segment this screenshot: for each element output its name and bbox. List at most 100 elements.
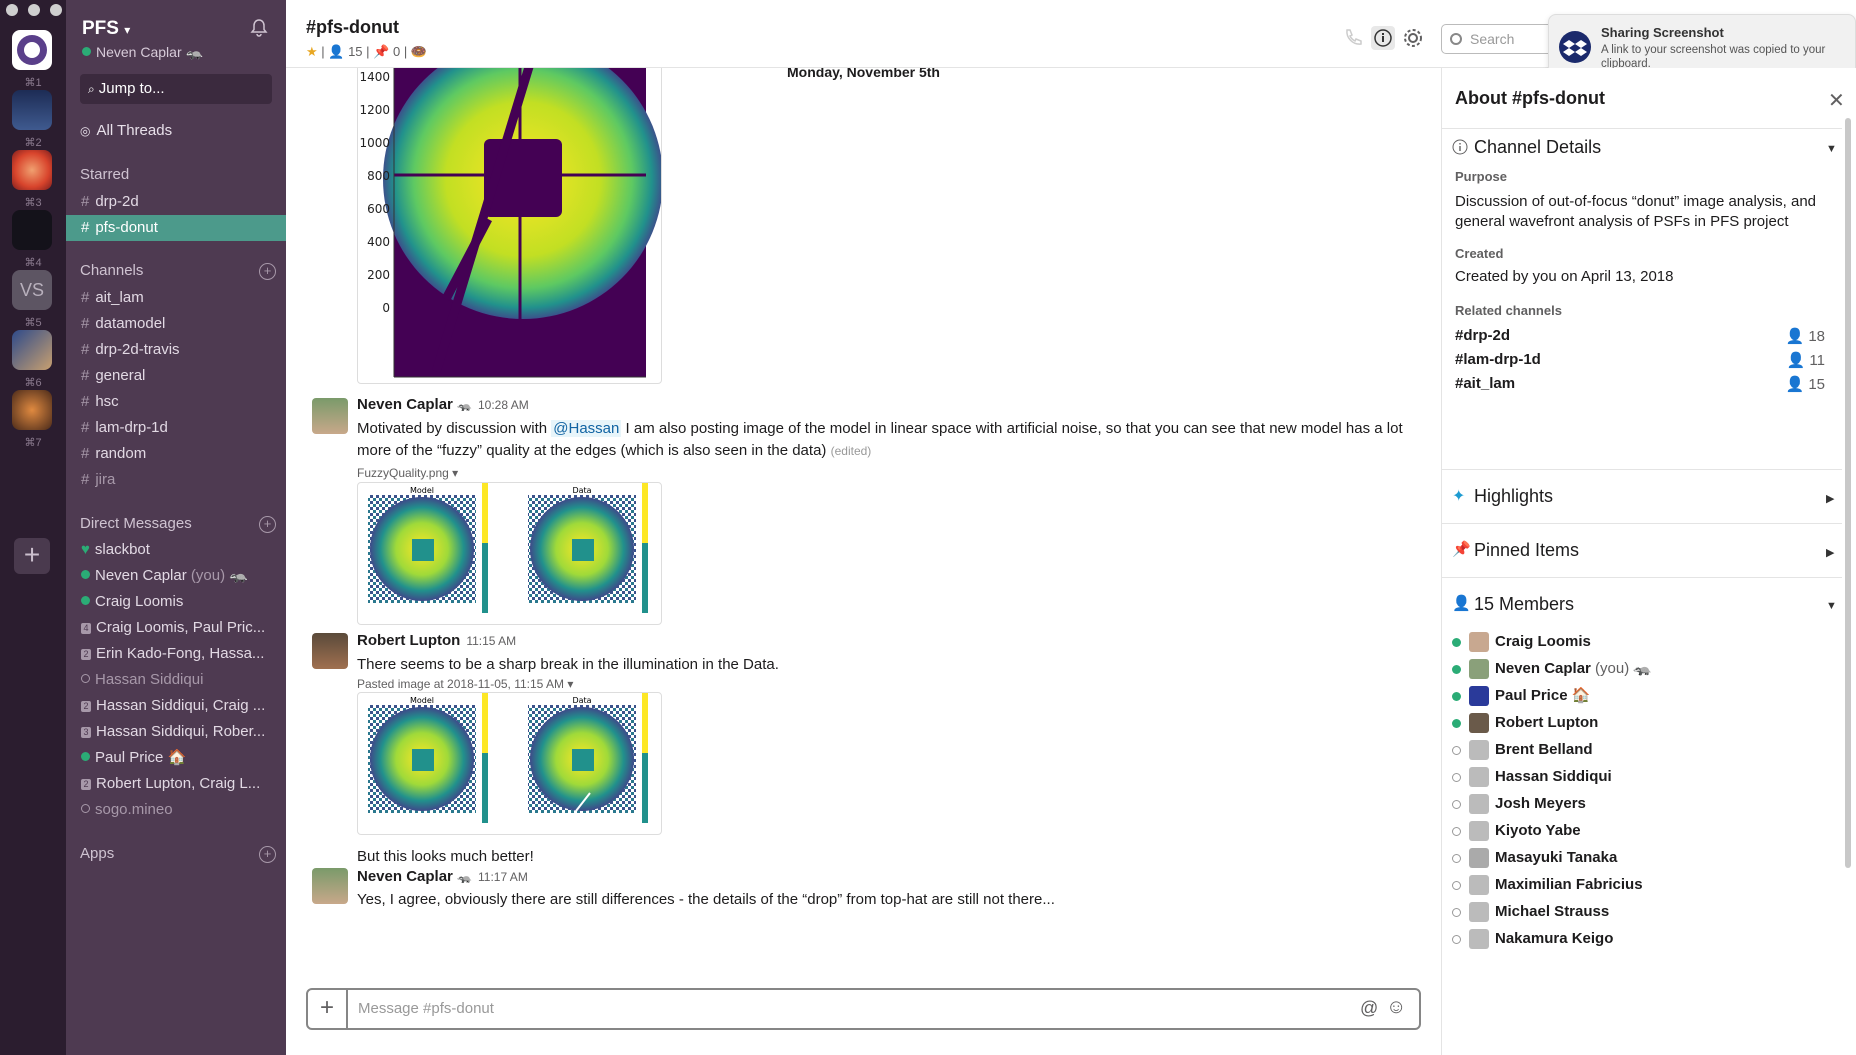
member-row[interactable]: Michael Strauss [1452,900,1822,924]
bell-icon[interactable] [249,18,269,38]
direct-messages-header[interactable]: Direct Messages + [80,515,276,533]
dm-item[interactable]: Paul Price 🏠 [66,745,286,771]
user-mention[interactable]: @Hassan [551,420,622,437]
caret-down-icon[interactable]: ▼ [1826,600,1837,612]
member-count[interactable]: 15 [348,44,362,59]
dm-item[interactable]: Neven Caplar (you) 🦡 [66,563,286,589]
dm-item[interactable]: ♥ slackbot [66,537,286,563]
sidebar-item-drp-2d-travis[interactable]: # drp-2d-travis [66,337,286,363]
close-icon[interactable]: ✕ [1828,88,1845,113]
member-row[interactable]: Hassan Siddiqui [1452,765,1822,789]
caret-down-icon[interactable]: ▼ [1826,143,1837,155]
phone-icon[interactable] [1341,26,1365,50]
channel-details-toggle[interactable]: Channel Details [1474,137,1601,158]
sidebar-item-hsc[interactable]: # hsc [66,389,286,415]
attach-plus-icon[interactable]: + [308,990,348,1028]
star-icon[interactable]: ★ [306,44,318,59]
add-dm-icon[interactable]: + [259,516,276,533]
all-threads-link[interactable]: ◎ All Threads [80,122,172,139]
member-row[interactable]: Robert Lupton [1452,711,1822,735]
member-row[interactable]: Josh Meyers [1452,792,1822,816]
gear-icon[interactable] [1401,26,1425,50]
sidebar-item-pfs-donut[interactable]: # pfs-donut [66,215,286,241]
related-channel[interactable]: #ait_lam 👤 15 [1455,375,1825,393]
minimize-window-button[interactable] [28,4,40,16]
dm-item[interactable]: 2 Robert Lupton, Craig L... [66,771,286,797]
starred-header[interactable]: Starred [80,166,276,183]
member-row[interactable]: Masayuki Tanaka [1452,846,1822,870]
pinned-items-section[interactable]: 📌 Pinned Items ▶ [1442,524,1842,578]
panel-scrollbar[interactable] [1845,118,1851,868]
author-name: Robert Lupton [357,632,461,649]
emoji-icon[interactable]: ☺ [1386,996,1406,1019]
sidebar-item-jira[interactable]: # jira [66,467,286,493]
mention-icon[interactable]: @ [1360,998,1378,1019]
dm-item[interactable]: Hassan Siddiqui [66,667,286,693]
pinned-count[interactable]: 0 [393,44,400,59]
highlights-section[interactable]: ✦ Highlights ▶ [1442,470,1842,524]
sidebar-item-drp-2d[interactable]: # drp-2d [66,189,286,215]
sparkle-icon: ✦ [1452,488,1466,505]
dm-item[interactable]: sogo.mineo [66,797,286,823]
sidebar-item-label: jira [95,471,116,488]
workspace-7[interactable] [12,390,52,430]
message-author[interactable]: Robert Lupton 11:15 AM [357,632,516,649]
sidebar-item-datamodel[interactable]: # datamodel [66,311,286,337]
related-channel[interactable]: #lam-drp-1d 👤 11 [1455,351,1825,369]
current-user[interactable]: Neven Caplar 🦡 [82,44,203,61]
workspace-6[interactable] [12,330,52,370]
related-channel[interactable]: #drp-2d 👤 18 [1455,327,1825,345]
message-time[interactable]: 10:28 AM [478,398,529,412]
add-app-icon[interactable]: + [259,846,276,863]
file-name[interactable]: Pasted image at 2018-11-05, 11:15 AM ▾ [357,677,573,691]
members-toggle[interactable]: 15 Members [1474,594,1574,615]
chevron-down-icon: ▾ [124,23,131,37]
workspace-4[interactable] [12,210,52,250]
dm-item[interactable]: 4 Craig Loomis, Paul Pric... [66,615,286,641]
sidebar-item-random[interactable]: # random [66,441,286,467]
close-window-button[interactable] [6,4,18,16]
dm-item[interactable]: 3 Hassan Siddiqui, Rober... [66,719,286,745]
sidebar-item-lam-drp-1d[interactable]: # lam-drp-1d [66,415,286,441]
avatar[interactable] [312,633,348,669]
sidebar-item-general[interactable]: # general [66,363,286,389]
workspace-name[interactable]: PFS ▾ [82,18,130,40]
member-row[interactable]: Neven Caplar (you) 🦡 [1452,657,1822,681]
sidebar-item-ait-lam[interactable]: # ait_lam [66,285,286,311]
pasted-image[interactable]: Model Data [357,692,662,835]
member-row[interactable]: Kiyoto Yabe [1452,819,1822,843]
member-name-wrap: Paul Price 🏠 [1495,684,1590,708]
dm-item[interactable]: 2 Hassan Siddiqui, Craig ... [66,693,286,719]
message-composer[interactable]: + Message #pfs-donut @ ☺ [306,988,1421,1030]
dm-item[interactable]: Craig Loomis [66,589,286,615]
member-row[interactable]: Paul Price 🏠 [1452,684,1822,708]
workspace-2[interactable] [12,90,52,130]
message-author[interactable]: Neven Caplar 🦡 11:17 AM [357,868,528,885]
donut-image[interactable]: 1400 1200 1000 800 600 400 200 0 0 250 5… [357,68,662,384]
workspace-pfs[interactable] [12,30,52,70]
avatar[interactable] [312,868,348,904]
apps-header[interactable]: Apps + [80,845,276,863]
member-row[interactable]: Craig Loomis [1452,630,1822,654]
avatar[interactable] [312,398,348,434]
workspace-3[interactable] [12,150,52,190]
member-row[interactable]: Nakamura Keigo [1452,927,1822,951]
member-row[interactable]: Maximilian Fabricius [1452,873,1822,897]
add-channel-icon[interactable]: + [259,263,276,280]
channel-info-icon[interactable] [1371,26,1395,50]
zoom-window-button[interactable] [50,4,62,16]
fuzzy-quality-image[interactable]: Model Data [357,482,662,625]
member-row[interactable]: Brent Belland [1452,738,1822,762]
add-workspace-button[interactable]: + [14,538,50,574]
channel-title[interactable]: #pfs-donut [306,17,399,38]
message-time[interactable]: 11:15 AM [466,634,516,648]
jump-to-button[interactable]: ⌕ Jump to... [80,74,272,104]
message-author[interactable]: Neven Caplar 🦡 10:28 AM [357,396,529,413]
workspace-vs[interactable]: VS [12,270,52,310]
created-label: Created [1455,246,1504,261]
channels-header[interactable]: Channels + [80,262,276,280]
message-time[interactable]: 11:17 AM [478,870,528,884]
dm-item[interactable]: 2 Erin Kado-Fong, Hassa... [66,641,286,667]
search-input[interactable]: Search [1441,24,1561,54]
file-name[interactable]: FuzzyQuality.png ▾ [357,466,458,480]
